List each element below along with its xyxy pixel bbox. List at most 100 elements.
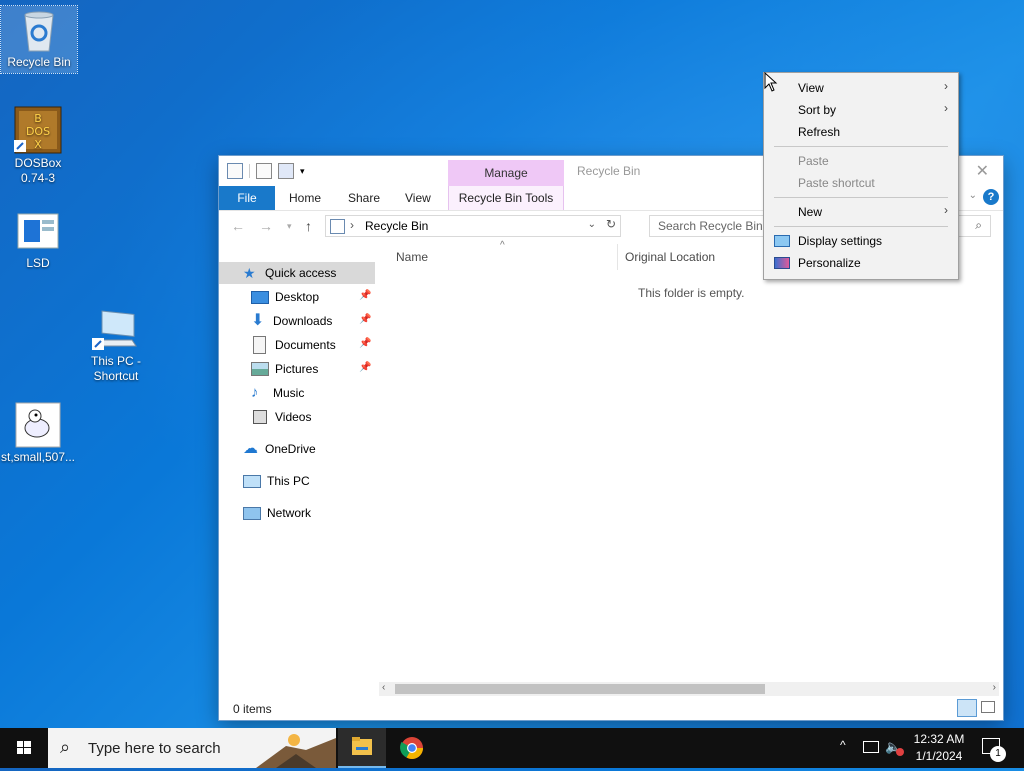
address-bar[interactable]: › Recycle Bin ⌄ ↻ bbox=[325, 215, 621, 237]
up-arrow-icon[interactable]: ↑ bbox=[305, 218, 312, 234]
scroll-left-arrow-icon[interactable]: ‹ bbox=[382, 682, 385, 693]
nav-item-label: Downloads bbox=[273, 314, 333, 328]
file-explorer-icon bbox=[352, 737, 372, 755]
nav-item-pictures[interactable]: Pictures bbox=[251, 358, 318, 380]
column-header-original-location[interactable]: Original Location bbox=[625, 250, 715, 264]
show-hidden-icons-chevron-icon[interactable]: ^ bbox=[840, 738, 846, 752]
manage-context-tab[interactable]: Manage bbox=[448, 160, 564, 186]
nav-item-quick-access[interactable]: ★ Quick access bbox=[219, 262, 375, 284]
menu-item-view[interactable]: View bbox=[798, 81, 824, 95]
tab-view[interactable]: View bbox=[405, 186, 431, 210]
taskbar-search-input[interactable]: Type here to search bbox=[88, 740, 221, 757]
breadcrumb: Recycle Bin bbox=[365, 219, 429, 233]
menu-item-personalize[interactable]: Personalize bbox=[798, 256, 861, 270]
customize-toolbar-chevron-icon[interactable]: ▾ bbox=[300, 166, 305, 177]
tab-home[interactable]: Home bbox=[289, 186, 321, 210]
properties-icon[interactable] bbox=[256, 163, 272, 179]
star-icon: ★ bbox=[243, 265, 256, 281]
new-folder-icon[interactable] bbox=[278, 163, 294, 179]
nav-item-videos[interactable]: Videos bbox=[251, 406, 311, 428]
status-item-count: 0 items bbox=[233, 702, 272, 716]
recycle-bin-icon bbox=[19, 9, 59, 53]
music-icon: ♪ bbox=[251, 384, 259, 401]
empty-folder-message: This folder is empty. bbox=[638, 286, 745, 300]
clock-time: 12:32 AM bbox=[913, 732, 965, 746]
taskbar-file-explorer[interactable] bbox=[338, 728, 386, 768]
documents-icon bbox=[253, 336, 266, 354]
desktop-icon-label: st,small,507... bbox=[0, 450, 76, 464]
network-icon bbox=[243, 506, 261, 520]
desktop-icon-this-pc-shortcut[interactable]: This PC - Shortcut bbox=[78, 306, 154, 384]
refresh-icon[interactable]: ↻ bbox=[606, 217, 616, 231]
submenu-chevron-icon: › bbox=[944, 101, 948, 115]
taskbar-chrome[interactable] bbox=[388, 728, 436, 768]
windows-logo-icon bbox=[17, 741, 31, 754]
menu-item-display-settings[interactable]: Display settings bbox=[798, 234, 882, 248]
nav-item-this-pc[interactable]: This PC bbox=[243, 470, 310, 492]
nav-item-label: Quick access bbox=[265, 266, 337, 280]
menu-item-new[interactable]: New bbox=[798, 205, 822, 219]
address-dropdown-chevron-icon[interactable]: ⌄ bbox=[588, 219, 596, 230]
nav-item-music[interactable]: ♪ Music bbox=[251, 382, 304, 404]
details-view-icon[interactable] bbox=[957, 699, 977, 717]
search-icon[interactable]: ⌕ bbox=[975, 218, 982, 233]
desktop-icon-label: LSD bbox=[26, 256, 50, 270]
desktop-icon-label-line1: This PC - bbox=[90, 354, 141, 368]
forward-arrow-icon[interactable]: → bbox=[259, 218, 273, 234]
column-divider[interactable] bbox=[617, 244, 618, 270]
tab-recycle-bin-tools[interactable]: Recycle Bin Tools bbox=[448, 186, 564, 210]
taskbar-clock[interactable]: 12:32 AM 1/1/2024 bbox=[904, 731, 974, 765]
taskbar: ⌕ Type here to search ^ 🔈 12:32 AM 1/1/2… bbox=[0, 728, 1024, 768]
pin-icon[interactable]: 📌 bbox=[359, 314, 371, 325]
nav-item-label: Desktop bbox=[275, 290, 320, 304]
column-header-name[interactable]: Name bbox=[396, 250, 428, 264]
nav-item-desktop[interactable]: Desktop bbox=[251, 286, 319, 308]
expand-ribbon-chevron-icon[interactable]: ⌄ bbox=[969, 190, 977, 201]
recycle-bin-small-icon bbox=[330, 219, 345, 234]
submenu-chevron-icon: › bbox=[944, 203, 948, 217]
tab-file[interactable]: File bbox=[219, 186, 275, 210]
pin-icon[interactable]: 📌 bbox=[359, 338, 371, 349]
muted-badge-icon bbox=[896, 748, 904, 756]
search-input[interactable]: Search Recycle Bin bbox=[658, 219, 763, 233]
nav-item-label: OneDrive bbox=[265, 442, 316, 456]
recent-locations-chevron-icon[interactable]: ▾ bbox=[287, 221, 292, 232]
display-settings-icon bbox=[774, 235, 790, 247]
desktop-icon-dosbox[interactable]: B DOS X DOSBox 0.74-3 bbox=[0, 106, 76, 186]
taskbar-search-box[interactable]: ⌕ Type here to search bbox=[48, 728, 336, 768]
nav-item-label: Music bbox=[273, 386, 305, 400]
nav-item-label: Network bbox=[267, 506, 312, 520]
pin-icon[interactable]: 📌 bbox=[359, 290, 371, 301]
downloads-icon: ⬇ bbox=[251, 312, 265, 329]
nav-item-label: Documents bbox=[275, 338, 336, 352]
network-status-icon[interactable] bbox=[863, 741, 879, 753]
back-arrow-icon[interactable]: ← bbox=[231, 218, 245, 234]
start-button[interactable] bbox=[0, 728, 48, 768]
tab-share[interactable]: Share bbox=[348, 186, 380, 210]
close-button[interactable]: ✕ bbox=[976, 161, 989, 181]
svg-text:DOS: DOS bbox=[26, 125, 50, 138]
scrollbar-thumb[interactable] bbox=[395, 684, 765, 694]
nav-item-network[interactable]: Network bbox=[243, 502, 311, 524]
pin-icon[interactable]: 📌 bbox=[359, 362, 371, 373]
nav-item-label: Videos bbox=[275, 410, 312, 424]
desktop-context-menu: View › Sort by › Refresh Paste Paste sho… bbox=[763, 72, 959, 280]
nav-item-label: This PC bbox=[267, 474, 310, 488]
large-icons-view-icon[interactable] bbox=[981, 701, 995, 713]
desktop-icon-image-file[interactable]: st,small,507... bbox=[0, 402, 76, 465]
desktop-icon-lsd[interactable]: LSD bbox=[0, 210, 76, 271]
menu-item-refresh[interactable]: Refresh bbox=[798, 125, 840, 139]
help-icon[interactable]: ? bbox=[983, 189, 999, 205]
nav-item-onedrive[interactable]: ☁ OneDrive bbox=[243, 438, 316, 460]
scroll-right-arrow-icon[interactable]: › bbox=[993, 682, 996, 693]
menu-separator bbox=[774, 226, 948, 227]
horizontal-scrollbar[interactable]: ‹ › bbox=[379, 682, 999, 696]
nav-item-documents[interactable]: Documents bbox=[251, 334, 336, 356]
lsd-file-icon bbox=[16, 210, 60, 254]
mouse-cursor-icon bbox=[764, 72, 778, 92]
notification-count-badge: 1 bbox=[990, 746, 1006, 762]
menu-item-sort-by[interactable]: Sort by bbox=[798, 103, 836, 117]
desktop-icon-recycle-bin[interactable]: Recycle Bin bbox=[0, 5, 78, 74]
nav-item-downloads[interactable]: ⬇ Downloads bbox=[251, 310, 332, 332]
system-tray: ^ 🔈 bbox=[838, 728, 904, 768]
